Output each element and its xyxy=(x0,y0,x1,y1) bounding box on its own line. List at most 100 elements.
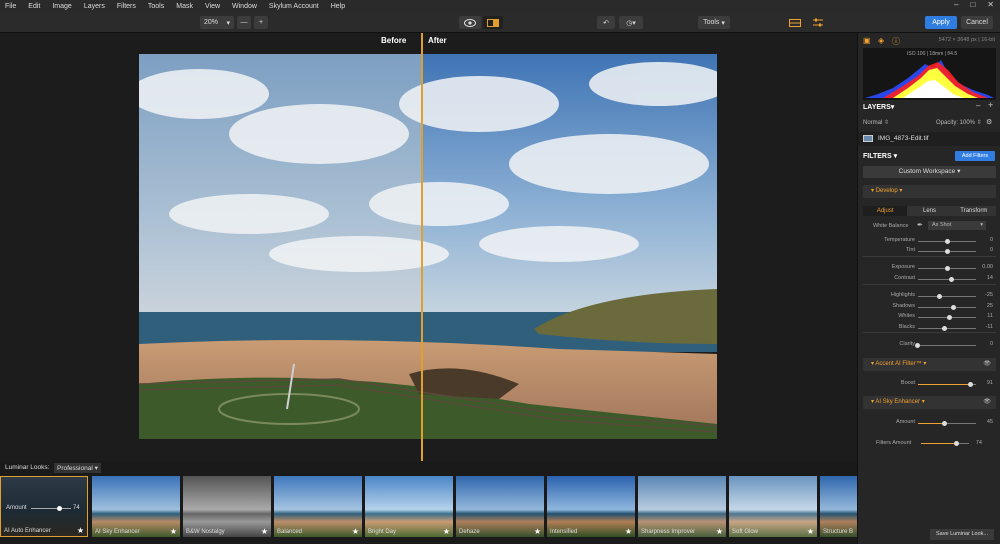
eyedropper-icon[interactable]: ✒ xyxy=(917,221,923,229)
layers-title[interactable]: LAYERS▾ xyxy=(863,103,894,111)
slider-knob[interactable] xyxy=(941,326,947,331)
info-icon[interactable]: ⓘ xyxy=(892,36,900,47)
image-canvas[interactable]: Before After xyxy=(0,33,857,461)
menu-skylum-account[interactable]: Skylum Account xyxy=(264,3,326,10)
slider-track[interactable] xyxy=(918,305,976,310)
slider-knob[interactable] xyxy=(944,239,950,244)
menu-layers[interactable]: Layers xyxy=(79,3,112,10)
sky-enhancer-section-header[interactable]: ▾ AI Sky Enhancer ▾ 👁 xyxy=(863,396,996,409)
slider-track[interactable] xyxy=(918,326,976,331)
slider-track[interactable] xyxy=(918,294,976,299)
menu-window[interactable]: Window xyxy=(227,3,264,10)
star-icon[interactable]: ★ xyxy=(261,527,268,536)
slider-knob[interactable] xyxy=(947,315,953,320)
add-layer-icon[interactable]: + xyxy=(988,100,993,110)
history-icon[interactable]: ◷▾ xyxy=(619,16,643,29)
menu-file[interactable]: File xyxy=(0,3,23,10)
slider-track[interactable] xyxy=(918,249,976,254)
look-soft-glow[interactable]: Soft Glow ★ xyxy=(729,476,817,537)
develop-section-header[interactable]: ▾ Develop ▾ xyxy=(863,185,996,198)
filters-amount-slider[interactable] xyxy=(921,441,969,446)
compare-split-icon[interactable] xyxy=(483,16,503,29)
slider-knob[interactable] xyxy=(944,249,950,254)
white-balance-select[interactable]: As Shot ▾ xyxy=(928,221,986,230)
eye-icon[interactable]: 👁 xyxy=(983,396,991,409)
look-bw-nostalgy[interactable]: B&W Nostalgy ★ xyxy=(183,476,271,537)
star-icon[interactable]: ★ xyxy=(352,527,359,536)
look-dehaze[interactable]: Dehaze ★ xyxy=(456,476,544,537)
histogram-icon[interactable]: ▣ xyxy=(863,36,871,45)
slider-track[interactable] xyxy=(918,239,976,244)
menu-view[interactable]: View xyxy=(200,3,227,10)
eye-icon[interactable] xyxy=(459,16,481,29)
tab-adjust[interactable]: Adjust xyxy=(863,206,908,216)
slider-knob[interactable] xyxy=(941,421,947,426)
photo[interactable] xyxy=(139,54,717,439)
slider-fill xyxy=(918,384,971,385)
slider-track[interactable] xyxy=(918,382,976,387)
tab-lens[interactable]: Lens xyxy=(907,206,952,216)
look-amount-slider[interactable] xyxy=(31,506,71,511)
look-structure[interactable]: Structure B xyxy=(820,476,857,537)
slider-knob[interactable] xyxy=(951,305,957,310)
slider-knob[interactable] xyxy=(944,266,950,271)
menu-edit[interactable]: Edit xyxy=(23,3,47,10)
zoom-select[interactable]: 20% ▾ xyxy=(200,16,234,29)
maximize-icon[interactable]: □ xyxy=(970,0,975,9)
slider-track[interactable] xyxy=(918,315,976,320)
look-ai-auto-enhancer[interactable]: Amount 74 AI Auto Enhancer ★ xyxy=(0,476,88,537)
menu-filters[interactable]: Filters xyxy=(112,3,143,10)
star-icon[interactable]: ★ xyxy=(716,527,723,536)
tab-transform[interactable]: Transform xyxy=(951,206,996,216)
layers-icon[interactable]: ◈ xyxy=(878,36,884,45)
undo-icon[interactable]: ↶ xyxy=(597,16,615,29)
add-filters-button[interactable]: Add Filters xyxy=(955,151,995,161)
slider-track[interactable] xyxy=(918,266,976,271)
menu-image[interactable]: Image xyxy=(47,3,78,10)
look-amount-slider-knob[interactable] xyxy=(57,506,62,511)
eye-icon[interactable]: 👁 xyxy=(983,358,991,371)
filters-title[interactable]: FILTERS ▾ xyxy=(863,152,897,160)
slider-knob[interactable] xyxy=(914,343,920,348)
close-icon[interactable]: ✕ xyxy=(987,0,994,9)
star-icon[interactable]: ★ xyxy=(443,527,450,536)
filmstrip-toggle-icon[interactable] xyxy=(785,16,805,29)
look-bright-day[interactable]: Bright Day ★ xyxy=(365,476,453,537)
layer-item[interactable]: IMG_4873-Edit.tif xyxy=(858,132,1000,146)
star-icon[interactable]: ★ xyxy=(77,526,84,535)
menu-tools[interactable]: Tools xyxy=(143,3,171,10)
look-balanced[interactable]: Balanced ★ xyxy=(274,476,362,537)
zoom-in-button[interactable]: + xyxy=(254,16,268,29)
before-after-divider[interactable] xyxy=(421,33,423,461)
menu-mask[interactable]: Mask xyxy=(171,3,200,10)
save-look-button[interactable]: Save Luminar Look... xyxy=(930,529,994,540)
star-icon[interactable]: ★ xyxy=(807,527,814,536)
remove-layer-icon[interactable]: – xyxy=(976,101,980,110)
looks-category-select[interactable]: Professional ▾ xyxy=(54,463,101,473)
slider-track[interactable] xyxy=(918,277,976,282)
star-icon[interactable]: ★ xyxy=(170,527,177,536)
slider-track[interactable] xyxy=(918,421,976,426)
gear-icon[interactable]: ⚙ xyxy=(986,118,992,126)
star-icon[interactable]: ★ xyxy=(625,527,632,536)
tools-button[interactable]: Tools ▾ xyxy=(698,16,730,29)
cancel-button[interactable]: Cancel xyxy=(961,16,993,29)
workspace-select[interactable]: Custom Workspace ▾ xyxy=(863,166,996,178)
accent-ai-section-header[interactable]: ▾ Accent AI Filter™ ▾ 👁 xyxy=(863,358,996,371)
minimize-icon[interactable]: – xyxy=(954,0,958,9)
slider-track[interactable] xyxy=(914,343,976,348)
look-intensified[interactable]: Intensified ★ xyxy=(547,476,635,537)
sliders-panel-icon[interactable] xyxy=(808,16,828,29)
blend-mode-select[interactable]: Normal ⇳ xyxy=(863,119,889,126)
look-ai-sky-enhancer[interactable]: AI Sky Enhancer ★ xyxy=(92,476,180,537)
look-sharpness-improver[interactable]: Sharpness Improver ★ xyxy=(638,476,726,537)
filters-amount-knob[interactable] xyxy=(954,441,959,446)
apply-button[interactable]: Apply xyxy=(925,16,957,29)
zoom-out-button[interactable]: — xyxy=(237,16,251,29)
slider-knob[interactable] xyxy=(968,382,974,387)
star-icon[interactable]: ★ xyxy=(534,527,541,536)
slider-knob[interactable] xyxy=(936,294,942,299)
menu-help[interactable]: Help xyxy=(326,3,352,10)
opacity-control[interactable]: Opacity: 100% ⇳ xyxy=(936,119,982,126)
slider-knob[interactable] xyxy=(948,277,954,282)
